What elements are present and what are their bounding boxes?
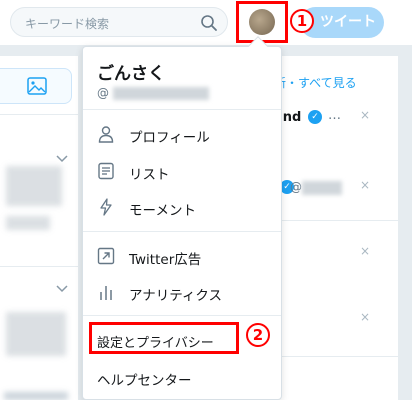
blurred-tweet (4, 392, 68, 400)
user-handle[interactable]: @ (97, 86, 109, 100)
account-dropdown-menu: ごんさく @ プロフィール リスト モーメント Twitter広告 アナリティク… (82, 36, 282, 400)
blurred-tweet (6, 216, 50, 230)
close-icon[interactable]: × (360, 244, 370, 258)
menu-item-label: Twitter広告 (129, 252, 202, 268)
user-display-name[interactable]: ごんさく (97, 59, 165, 84)
blurred-tweet (6, 166, 62, 206)
menu-item-profile[interactable]: プロフィール (83, 117, 281, 151)
menu-divider (83, 315, 281, 316)
compose-box[interactable] (0, 68, 72, 104)
list-icon (98, 162, 114, 180)
bar-chart-icon (100, 286, 112, 300)
close-icon[interactable]: × (360, 310, 370, 324)
external-arrow-icon (97, 247, 115, 265)
annotation-number-2: 2 (246, 323, 270, 347)
search-box[interactable]: キーワード検索 (10, 7, 228, 37)
top-bar: キーワード検索 ツイート 1 (0, 0, 412, 46)
menu-item-analytics[interactable]: アナリティクス (83, 275, 281, 309)
view-all-link[interactable]: 新・すべて見る (274, 74, 357, 91)
search-input[interactable]: キーワード検索 (25, 15, 109, 32)
menu-item-label: プロフィール (129, 130, 210, 146)
settings-highlight-box (89, 322, 239, 354)
chevron-down-icon[interactable] (56, 282, 68, 294)
divider (0, 266, 78, 267)
avatar-highlight[interactable] (236, 1, 288, 43)
menu-item-label: ヘルプセンター (97, 373, 192, 389)
verified-icon: ✓ (308, 110, 322, 124)
chevron-down-icon[interactable] (56, 152, 68, 164)
close-icon[interactable]: × (360, 178, 370, 192)
menu-divider (83, 109, 281, 110)
blurred-tweet (6, 312, 66, 356)
menu-divider (83, 231, 281, 232)
avatar[interactable] (249, 9, 275, 35)
menu-item-label: リスト (129, 167, 170, 183)
image-icon[interactable] (27, 77, 47, 95)
close-icon[interactable]: × (360, 108, 370, 122)
menu-item-help-center[interactable]: ヘルプセンター (83, 360, 281, 394)
menu-item-twitter-ads[interactable]: Twitter広告 (83, 239, 281, 273)
menu-item-label: モーメント (129, 203, 196, 219)
blurred-handle (113, 87, 209, 100)
menu-item-label: アナリティクス (129, 288, 223, 304)
annotation-number-1: 1 (290, 9, 314, 33)
menu-item-lists[interactable]: リスト (83, 154, 281, 188)
more-text: … (328, 108, 341, 123)
lightning-icon (100, 198, 112, 216)
timeline-column (0, 56, 78, 400)
search-icon[interactable] (199, 13, 219, 33)
blurred-handle (302, 181, 342, 195)
recommended-account-handle[interactable]: @ (290, 180, 302, 194)
menu-item-moments[interactable]: モーメント (83, 190, 281, 224)
person-icon (98, 126, 114, 143)
divider (0, 114, 78, 115)
